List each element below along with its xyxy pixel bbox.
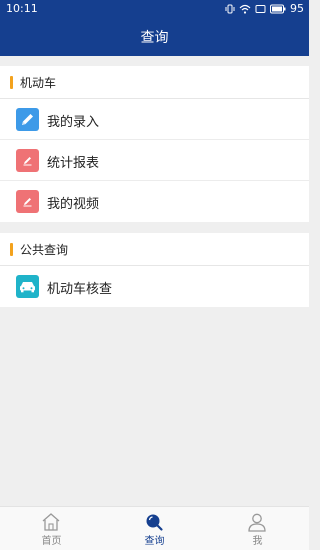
- pencil-icon: [16, 149, 39, 172]
- user-icon: [248, 513, 266, 532]
- section-accent-bar: [10, 76, 13, 89]
- status-bar: 10:11 95: [0, 0, 309, 18]
- section-title: 机动车: [20, 76, 57, 90]
- status-time: 10:11: [6, 2, 38, 15]
- menu-item-label: 统计报表: [47, 156, 100, 171]
- tab-label: 我: [252, 536, 263, 547]
- battery-icon: [270, 4, 286, 13]
- pencil-icon: [16, 190, 39, 213]
- status-icons: 95: [225, 2, 304, 15]
- menu-item-vehicle-check[interactable]: 机动车核查: [0, 266, 309, 307]
- tab-label: 查询: [144, 536, 165, 547]
- battery-level: 95: [290, 2, 304, 15]
- section-title: 公共查询: [20, 243, 69, 257]
- tab-label: 首页: [41, 536, 62, 547]
- menu-item-statistics-report[interactable]: 统计报表: [0, 140, 309, 181]
- menu-item-label: 机动车核查: [47, 282, 113, 297]
- section-public-query: 公共查询 机动车核查: [0, 233, 309, 307]
- menu-item-my-videos[interactable]: 我的视频: [0, 181, 309, 222]
- menu-item-label: 我的视频: [47, 197, 100, 212]
- tab-home[interactable]: 首页: [0, 507, 103, 550]
- tab-me[interactable]: 我: [206, 507, 309, 550]
- wifi-icon: [239, 4, 251, 14]
- tab-query[interactable]: 查询: [103, 507, 206, 550]
- screen-icon: [255, 4, 266, 13]
- section-header: 公共查询: [0, 233, 309, 266]
- menu-item-my-entries[interactable]: 我的录入: [0, 99, 309, 140]
- home-icon: [42, 513, 60, 531]
- car-icon: [16, 275, 39, 298]
- section-motor-vehicle: 机动车 我的录入 统计报表 我的视频: [0, 66, 309, 222]
- menu-item-label: 我的录入: [47, 115, 100, 130]
- section-accent-bar: [10, 243, 13, 256]
- page-title: 查询: [140, 30, 169, 46]
- vibrate-icon: [225, 4, 235, 13]
- app-bar: 查询: [0, 18, 309, 56]
- section-header: 机动车: [0, 66, 309, 99]
- search-icon: [146, 514, 163, 531]
- pencil-icon: [16, 108, 39, 131]
- bottom-tab-bar: 首页 查询 我: [0, 506, 309, 550]
